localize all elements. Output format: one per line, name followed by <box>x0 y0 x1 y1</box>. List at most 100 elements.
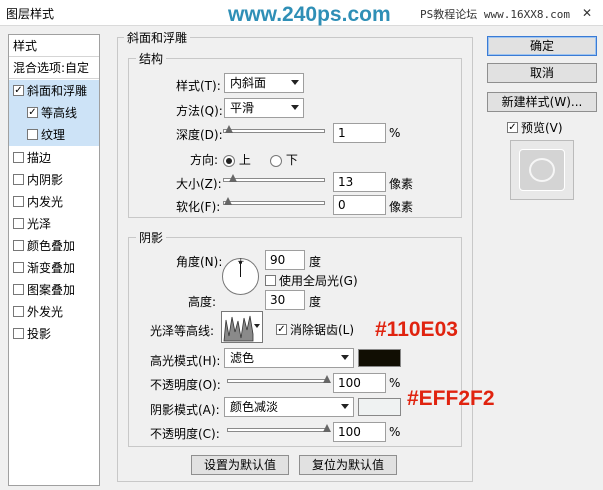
style-item-texture[interactable]: 纹理 <box>9 124 99 146</box>
reset-default-button[interactable]: 复位为默认值 <box>299 455 397 475</box>
antialias-label: 消除锯齿(L) <box>290 323 355 337</box>
cancel-button[interactable]: 取消 <box>487 63 597 83</box>
watermark-site: PS教程论坛 www.16XX8.com <box>420 8 570 21</box>
radio-icon <box>223 154 235 167</box>
depth-input[interactable]: 1 <box>333 123 386 143</box>
shadow-hex-annotation: #EFF2F2 <box>407 387 495 410</box>
preview-checkbox[interactable]: ✓ 预览(V) <box>507 119 563 136</box>
soften-input[interactable]: 0 <box>333 195 386 215</box>
highlight-mode-select[interactable]: 滤色 <box>224 348 354 368</box>
angle-cross-icon: + <box>237 257 245 267</box>
depth-slider[interactable] <box>223 125 325 133</box>
bevel-style-select[interactable]: 内斜面 <box>224 73 304 93</box>
gradient-overlay-checkbox[interactable] <box>13 262 24 273</box>
style-item-label: 描边 <box>27 151 52 165</box>
pattern-overlay-checkbox[interactable] <box>13 284 24 295</box>
checkbox-icon: ✓ <box>507 122 518 133</box>
style-item-label: 投影 <box>27 327 52 341</box>
angle-label: 角度(N): <box>176 255 223 269</box>
shadow-color-swatch[interactable] <box>358 398 401 416</box>
highlight-mode-label: 高光模式(H): <box>150 354 221 368</box>
ok-button[interactable]: 确定 <box>487 36 597 56</box>
bevel-group-title: 斜面和浮雕 <box>124 29 191 46</box>
style-item-stroke[interactable]: 描边 <box>9 147 99 169</box>
chevron-down-icon <box>291 105 299 110</box>
close-icon[interactable]: ✕ <box>578 4 596 22</box>
style-list-header[interactable]: 样式 <box>9 35 99 57</box>
style-item-label: 纹理 <box>41 128 66 142</box>
structure-title: 结构 <box>136 50 167 67</box>
style-item-label: 斜面和浮雕 <box>27 84 88 98</box>
style-item-pattern-overlay[interactable]: 图案叠加 <box>9 279 99 301</box>
direction-up-radio[interactable]: 上 <box>223 151 251 168</box>
inner-shadow-checkbox[interactable] <box>13 174 24 185</box>
highlight-color-swatch[interactable] <box>358 349 401 367</box>
direction-down-radio[interactable]: 下 <box>270 151 298 168</box>
highlight-opacity-label: 不透明度(O): <box>150 378 221 392</box>
bevel-checkbox[interactable]: ✓ <box>13 85 24 96</box>
angle-dial[interactable]: + <box>222 258 259 295</box>
size-label: 大小(Z): <box>176 177 222 191</box>
make-default-button[interactable]: 设置为默认值 <box>191 455 289 475</box>
chevron-down-icon <box>341 404 349 409</box>
size-input[interactable]: 13 <box>333 172 386 192</box>
contour-checkbox[interactable]: ✓ <box>27 107 38 118</box>
style-item-inner-glow[interactable]: 内发光 <box>9 191 99 213</box>
depth-slider-thumb[interactable] <box>224 125 234 135</box>
technique-select[interactable]: 平滑 <box>224 98 304 118</box>
chevron-down-icon <box>254 324 260 328</box>
highlight-opacity-input[interactable]: 100 <box>333 373 386 393</box>
highlight-opacity-slider[interactable] <box>227 375 331 383</box>
direction-up-label: 上 <box>238 153 251 167</box>
shadow-opacity-slider[interactable] <box>227 424 331 432</box>
blend-options-item[interactable]: 混合选项:自定 <box>9 57 99 79</box>
inner-glow-checkbox[interactable] <box>13 196 24 207</box>
style-item-label: 图案叠加 <box>27 283 76 297</box>
checkbox-icon <box>265 275 276 286</box>
watermark-main: www.240ps.com <box>228 3 391 26</box>
shadow-opacity-label: 不透明度(C): <box>150 427 220 441</box>
chevron-down-icon <box>291 80 299 85</box>
altitude-input[interactable]: 30 <box>265 290 305 310</box>
shadow-opacity-thumb[interactable] <box>323 424 332 434</box>
satin-checkbox[interactable] <box>13 218 24 229</box>
shadow-mode-select[interactable]: 颜色减淡 <box>224 397 354 417</box>
color-overlay-checkbox[interactable] <box>13 240 24 251</box>
style-label: 样式(T): <box>176 79 221 93</box>
style-item-bevel[interactable]: ✓ 斜面和浮雕 <box>9 80 99 102</box>
highlight-opacity-thumb[interactable] <box>323 375 332 385</box>
style-item-outer-glow[interactable]: 外发光 <box>9 301 99 323</box>
global-light-checkbox[interactable]: 使用全局光(G) <box>265 272 358 289</box>
drop-shadow-checkbox[interactable] <box>13 328 24 339</box>
style-item-gradient-overlay[interactable]: 渐变叠加 <box>9 257 99 279</box>
window-title: 图层样式 <box>6 7 55 21</box>
preview-label: 预览(V) <box>521 121 563 135</box>
style-item-contour[interactable]: ✓ 等高线 <box>9 102 99 124</box>
outer-glow-checkbox[interactable] <box>13 306 24 317</box>
style-item-inner-shadow[interactable]: 内阴影 <box>9 169 99 191</box>
style-item-color-overlay[interactable]: 颜色叠加 <box>9 235 99 257</box>
highlight-mode-value: 滤色 <box>230 351 255 365</box>
style-item-satin[interactable]: 光泽 <box>9 213 99 235</box>
angle-input[interactable]: 90 <box>265 250 305 270</box>
new-style-button[interactable]: 新建样式(W)... <box>487 92 597 112</box>
gloss-contour-picker[interactable] <box>221 311 263 343</box>
angle-unit: 度 <box>309 255 322 269</box>
soften-slider-thumb[interactable] <box>224 197 233 207</box>
stroke-checkbox[interactable] <box>13 152 24 163</box>
global-light-label: 使用全局光(G) <box>279 274 358 288</box>
size-slider-thumb[interactable] <box>228 174 238 184</box>
texture-checkbox[interactable] <box>27 129 38 140</box>
size-slider[interactable] <box>223 174 325 182</box>
style-item-label: 渐变叠加 <box>27 261 76 275</box>
style-item-label: 光泽 <box>27 217 52 231</box>
shadow-opacity-input[interactable]: 100 <box>333 422 386 442</box>
highlight-opacity-unit: % <box>389 376 401 390</box>
style-item-label: 等高线 <box>41 106 78 120</box>
shadow-mode-value: 颜色减淡 <box>230 400 279 414</box>
soften-slider[interactable] <box>223 197 325 205</box>
antialias-checkbox[interactable]: ✓ 消除锯齿(L) <box>276 321 354 338</box>
shadow-mode-label: 阴影模式(A): <box>150 403 220 417</box>
style-item-drop-shadow[interactable]: 投影 <box>9 323 99 345</box>
preview-shape-icon <box>519 149 565 191</box>
